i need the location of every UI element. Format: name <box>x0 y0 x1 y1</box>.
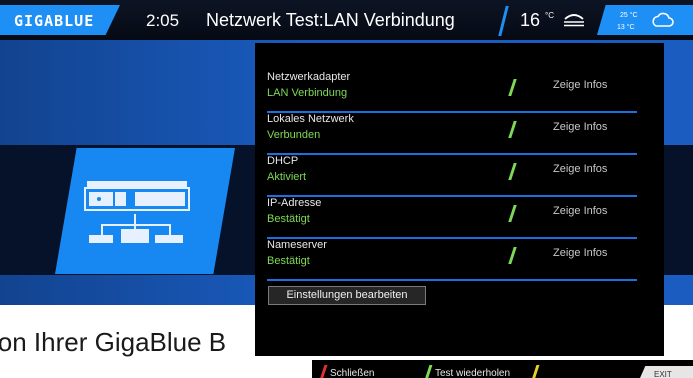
network-test-dialog: Netzwerkadapter LAN Verbindung Zeige Inf… <box>255 43 664 356</box>
status-ok-indicator <box>508 247 517 264</box>
weather-lines-icon <box>564 14 584 27</box>
network-wizard-graphic <box>55 148 235 274</box>
test-row-status: LAN Verbindung <box>267 87 348 99</box>
test-row-label: DHCP <box>267 155 299 167</box>
cloud-icon <box>652 12 674 27</box>
test-row-local-network[interactable]: Lokales Netzwerk Verbunden Zeige Infos <box>267 113 637 155</box>
network-device-icon <box>84 181 190 243</box>
forecast-panel <box>597 5 693 35</box>
status-ok-indicator <box>508 205 517 222</box>
show-info-link[interactable]: Zeige Infos <box>553 247 607 259</box>
test-row-nameserver[interactable]: Nameserver Bestätigt Zeige Infos <box>267 239 637 281</box>
test-row-status: Verbunden <box>267 129 321 141</box>
test-row-label: Nameserver <box>267 239 327 251</box>
show-info-link[interactable]: Zeige Infos <box>553 121 607 133</box>
show-info-link[interactable]: Zeige Infos <box>553 79 607 91</box>
test-row-label: IP-Adresse <box>267 197 322 209</box>
edit-settings-button[interactable]: Einstellungen bearbeiten <box>268 286 426 305</box>
test-row-status: Bestätigt <box>267 255 310 267</box>
caption-text: ion Ihrer GigaBlue B <box>0 327 227 357</box>
brand-logo-text: GIGABLUE <box>14 12 95 30</box>
header-separator <box>498 6 509 36</box>
test-row-ip-address[interactable]: IP-Adresse Bestätigt Zeige Infos <box>267 197 637 239</box>
temperature-unit: °C <box>545 11 554 20</box>
test-row-label: Netzwerkadapter <box>267 71 351 83</box>
close-button[interactable]: Schließen <box>330 368 374 378</box>
temperature-low: 13 °C <box>617 24 635 31</box>
show-info-link[interactable]: Zeige Infos <box>553 205 607 217</box>
status-ok-indicator <box>508 79 517 96</box>
page-title: Netzwerk Test:LAN Verbindung <box>206 10 455 30</box>
status-ok-indicator <box>508 163 517 180</box>
status-ok-indicator <box>508 121 517 138</box>
test-row-dhcp[interactable]: DHCP Aktiviert Zeige Infos <box>267 155 637 197</box>
show-info-link[interactable]: Zeige Infos <box>553 163 607 175</box>
brand-logo: GIGABLUE <box>0 5 120 35</box>
test-row-status: Bestätigt <box>267 213 310 225</box>
test-row-network-adapter[interactable]: Netzwerkadapter LAN Verbindung Zeige Inf… <box>267 71 637 113</box>
test-row-label: Lokales Netzwerk <box>267 113 354 125</box>
temperature-high: 25 °C <box>620 12 638 19</box>
test-row-status: Aktiviert <box>267 171 307 183</box>
repeat-test-button[interactable]: Test wiederholen <box>435 368 510 378</box>
top-bar: GIGABLUE 2:05 Netzwerk Test:LAN Verbindu… <box>0 0 693 40</box>
current-temperature: 16 <box>520 10 541 30</box>
exit-label: EXIT <box>654 370 672 378</box>
clock: 2:05 <box>146 11 180 30</box>
